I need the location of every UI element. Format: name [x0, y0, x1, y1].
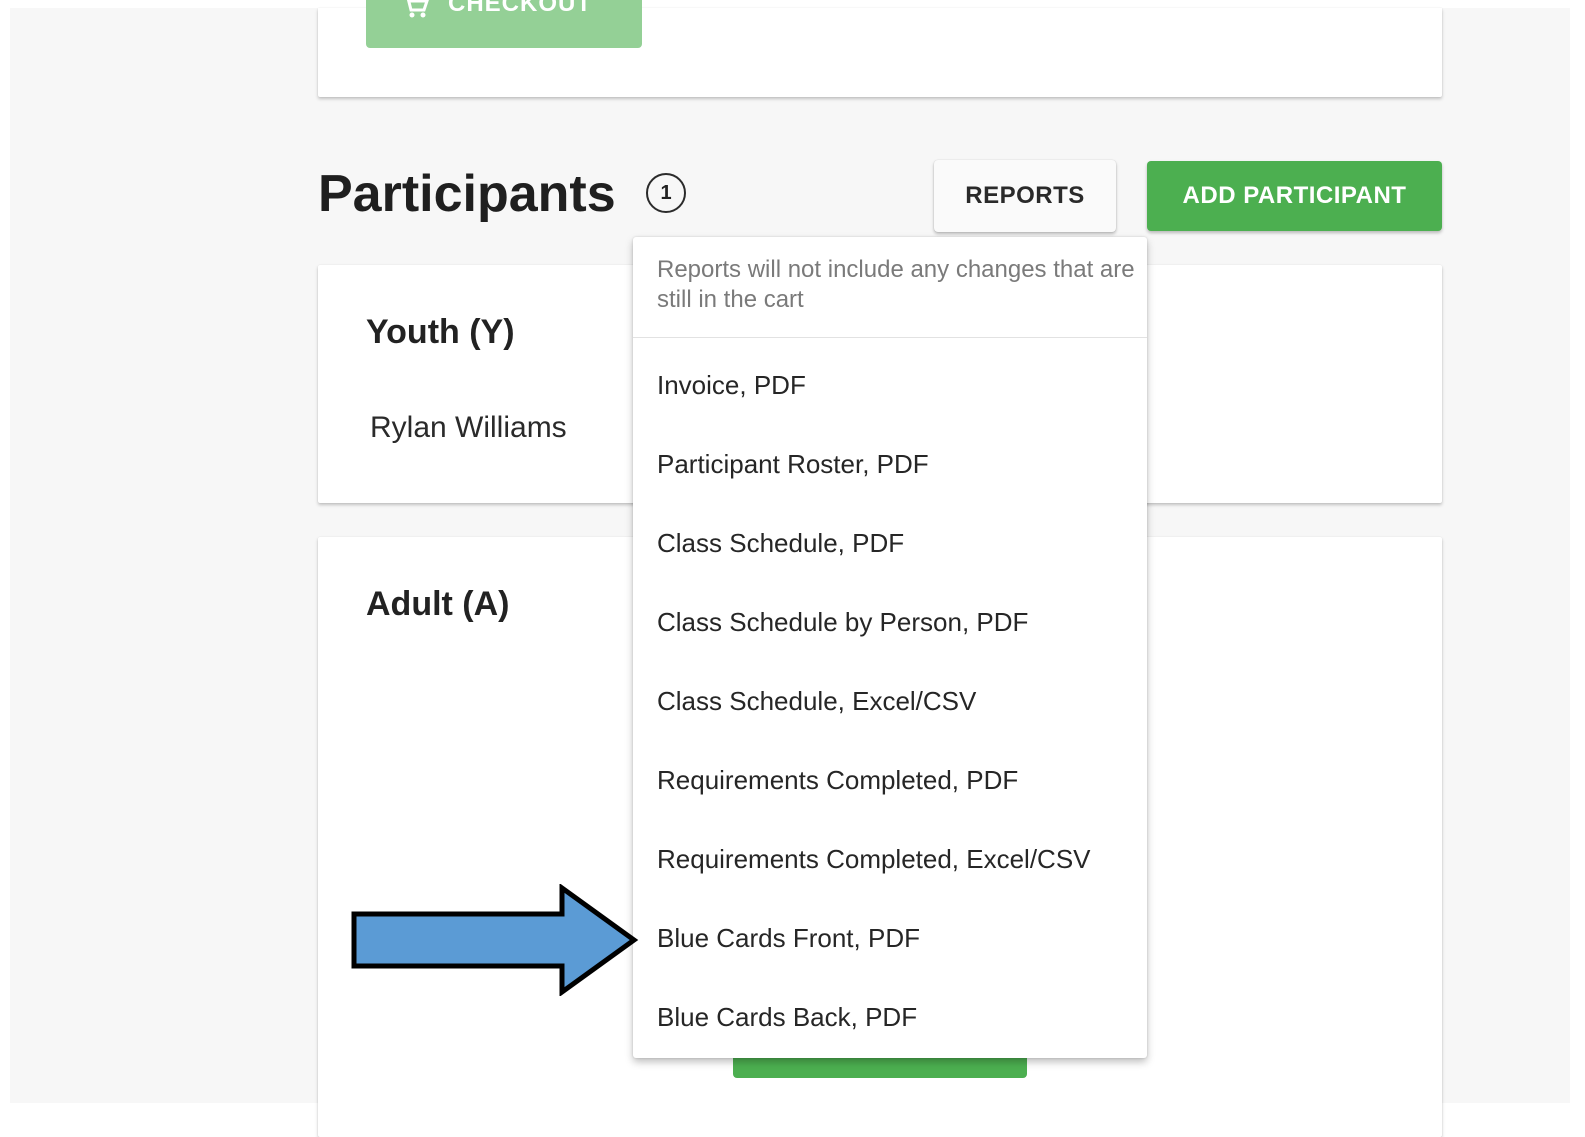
reports-button[interactable]: REPORTS: [934, 160, 1116, 232]
menu-item-requirements-completed-pdf[interactable]: Requirements Completed, PDF: [657, 765, 1018, 796]
menu-item-blue-cards-back-pdf[interactable]: Blue Cards Back, PDF: [657, 1002, 917, 1033]
checkout-button[interactable]: CHECKOUT: [366, 0, 642, 48]
menu-item-class-schedule-by-person-pdf[interactable]: Class Schedule by Person, PDF: [657, 607, 1028, 638]
reports-dropdown-menu: Reports will not include any changes tha…: [633, 237, 1147, 1058]
page-title: Participants: [318, 165, 616, 223]
participant-count-badge: 1: [646, 173, 686, 213]
group-title: Adult (A): [366, 585, 510, 623]
group-title: Youth (Y): [366, 313, 515, 351]
menu-item-participant-roster-pdf[interactable]: Participant Roster, PDF: [657, 449, 929, 480]
menu-item-invoice-pdf[interactable]: Invoice, PDF: [657, 370, 806, 401]
participant-name[interactable]: Rylan Williams: [370, 411, 567, 445]
menu-item-blue-cards-front-pdf[interactable]: Blue Cards Front, PDF: [657, 923, 920, 954]
reports-button-label: REPORTS: [965, 182, 1085, 209]
arrow-right-icon: [351, 884, 639, 996]
menu-item-requirements-completed-csv[interactable]: Requirements Completed, Excel/CSV: [657, 844, 1091, 875]
menu-item-class-schedule-pdf[interactable]: Class Schedule, PDF: [657, 528, 904, 559]
add-participant-label: ADD PARTICIPANT: [1182, 182, 1407, 209]
checkout-label: CHECKOUT: [448, 0, 592, 17]
reports-note: Reports will not include any changes tha…: [657, 256, 1135, 313]
menu-item-class-schedule-csv[interactable]: Class Schedule, Excel/CSV: [657, 686, 976, 717]
add-participant-button[interactable]: ADD PARTICIPANT: [1147, 161, 1442, 231]
partially-hidden-button[interactable]: [733, 1058, 1027, 1078]
menu-divider: [633, 337, 1147, 338]
cart-icon: [406, 0, 429, 18]
